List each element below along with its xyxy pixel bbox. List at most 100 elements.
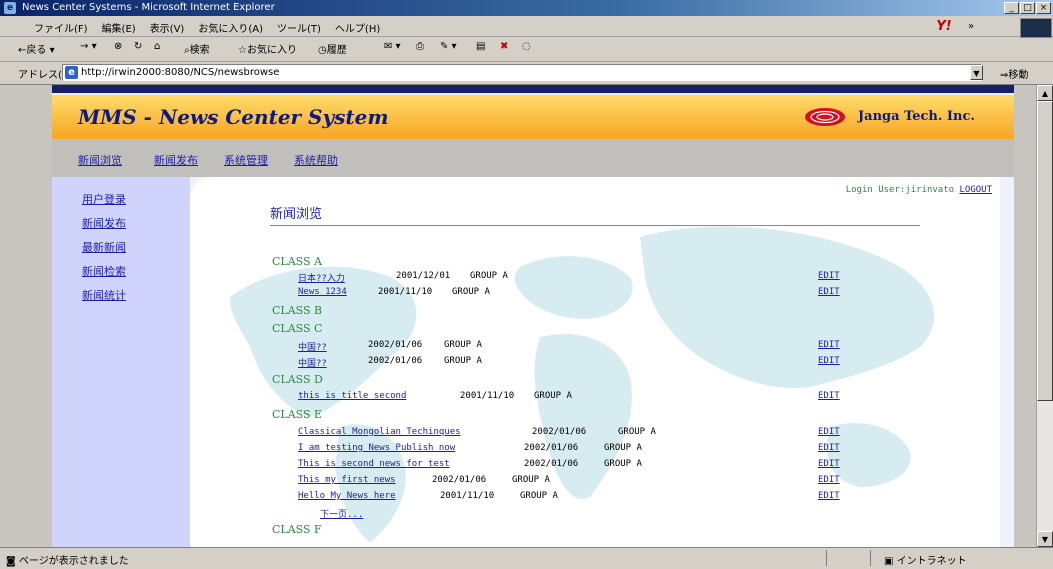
history-button[interactable]: ◷履歴 [318, 41, 347, 56]
window-title: News Center Systems - Microsoft Internet… [22, 2, 275, 13]
nav-system-help[interactable]: 系统帮助 [294, 152, 338, 168]
news-title-link[interactable]: This my first news [298, 475, 396, 485]
logout-link[interactable]: LOGOUT [959, 185, 992, 195]
status-message: ページが表示されました [18, 556, 129, 567]
login-user-text: Login User:jirinvato [845, 185, 955, 195]
nav-news-browse[interactable]: 新闻浏览 [78, 152, 122, 168]
news-title-link[interactable]: Classical Mongolian Techinques [298, 427, 461, 437]
news-title-link[interactable]: Hello My News here [298, 491, 396, 501]
class-heading: CLASS F [272, 523, 322, 536]
class-heading: CLASS C [272, 322, 323, 335]
sidebar-item-login[interactable]: 用户登录 [82, 191, 126, 207]
refresh-icon[interactable]: ↻ [134, 41, 142, 52]
toolbar-more-button[interactable]: » [968, 21, 974, 32]
menu-favorites[interactable]: お気に入り(A) [198, 20, 263, 35]
edit-link[interactable]: EDIT [818, 427, 840, 437]
menu-edit[interactable]: 編集(E) [102, 20, 136, 35]
forward-button[interactable]: → ▾ [80, 41, 97, 52]
scroll-up-icon[interactable]: ▲ [1037, 85, 1053, 101]
close-button[interactable]: × [1036, 2, 1051, 14]
news-group: GROUP A [604, 443, 642, 453]
news-date: 2002/01/06 [432, 475, 487, 485]
company-name: Janga Tech. Inc. [858, 109, 975, 124]
class-heading: CLASS D [272, 373, 323, 386]
messenger-icon[interactable]: ✖ [500, 41, 508, 52]
go-button[interactable]: ⇒移動 [1000, 66, 1028, 81]
history-icon: ◷ [318, 45, 327, 56]
back-button[interactable]: ←戻る ▾ [18, 41, 55, 56]
news-group: GROUP A [452, 287, 490, 297]
news-group: GROUP A [470, 271, 508, 281]
home-icon[interactable]: ⌂ [154, 41, 160, 52]
sidebar-item-publish[interactable]: 新闻发布 [82, 215, 126, 231]
go-button-label: 移動 [1008, 70, 1029, 81]
scroll-down-icon[interactable]: ▼ [1037, 531, 1053, 547]
security-zone-label: イントラネット [896, 556, 967, 567]
address-input[interactable] [81, 65, 961, 80]
window-controls: _ □ × [1004, 2, 1051, 14]
history-button-label: 履歴 [326, 45, 347, 56]
news-date: 2002/01/06 [368, 356, 423, 366]
discuss-icon[interactable]: ▤ [476, 41, 485, 52]
search-button[interactable]: ⌕検索 [184, 41, 210, 56]
favorites-button-label: お気に入り [246, 45, 297, 56]
maximize-button[interactable]: □ [1020, 2, 1035, 14]
related-icon[interactable]: ◌ [522, 41, 531, 52]
window-title-bar: e News Center Systems - Microsoft Intern… [0, 0, 1053, 16]
address-dropdown-icon[interactable]: ▼ [970, 65, 983, 80]
edit-link[interactable]: EDIT [818, 475, 840, 485]
status-divider [826, 550, 827, 566]
intranet-icon: ▣ [884, 556, 894, 567]
news-title-link[interactable]: News 1234 [298, 287, 347, 297]
news-group: GROUP A [520, 491, 558, 501]
sidebar-item-stats[interactable]: 新闻统计 [82, 287, 126, 303]
edit-link[interactable]: EDIT [818, 271, 840, 281]
news-date: 2002/01/06 [524, 459, 579, 469]
news-group: GROUP A [512, 475, 550, 485]
edit-link[interactable]: EDIT [818, 459, 840, 469]
news-title-link[interactable]: I am testing News Publish now [298, 443, 455, 453]
news-date: 2002/01/06 [524, 443, 579, 453]
login-status: Login User:jirinvato LOGOUT [846, 185, 992, 195]
page-viewport: MMS - News Center System Janga Tech. Inc… [0, 85, 1036, 547]
nav-news-publish[interactable]: 新闻发布 [154, 152, 198, 168]
minimize-button[interactable]: _ [1004, 2, 1019, 14]
edit-link[interactable]: EDIT [818, 391, 840, 401]
edit-link[interactable]: EDIT [818, 443, 840, 453]
yahoo-toolbar-icon[interactable]: Y! [922, 19, 966, 35]
menu-help[interactable]: ヘルプ(H) [335, 20, 380, 35]
news-title-link[interactable]: this is title second [298, 391, 406, 401]
nav-system-admin[interactable]: 系统管理 [224, 152, 268, 168]
page-icon: e [65, 66, 78, 79]
news-title-link[interactable]: 日本??入力 [298, 271, 345, 284]
menu-file[interactable]: ファイル(F) [34, 20, 88, 35]
news-title-link[interactable]: 中国?? [298, 340, 327, 353]
mail-icon[interactable]: ✉ ▾ [384, 41, 401, 52]
next-page-link[interactable]: 下一页... [320, 507, 363, 520]
address-bar: アドレス(D) e ▼ ⇒移動 [0, 62, 1053, 85]
title-divider [270, 225, 920, 226]
favorites-button[interactable]: ☆お気に入り [238, 41, 297, 56]
print-icon[interactable]: ⎙ [416, 41, 424, 52]
status-bar: ◙ ページが表示されました ▣ イントラネット [0, 547, 1053, 569]
edit-link[interactable]: EDIT [818, 287, 840, 297]
ie-app-icon: e [4, 2, 16, 14]
main-nav: 新闻浏览 新闻发布 系统管理 系统帮助 [52, 139, 1014, 177]
menu-bar: ファイル(F) 編集(E) 表示(V) お気に入り(A) ツール(T) ヘルプ(… [0, 16, 1053, 37]
vertical-scrollbar[interactable]: ▲ ▼ [1036, 85, 1053, 547]
edit-link[interactable]: EDIT [818, 340, 840, 350]
news-date: 2001/11/10 [440, 491, 495, 501]
company-logo-icon [805, 108, 845, 126]
edit-link[interactable]: EDIT [818, 491, 840, 501]
menu-tools[interactable]: ツール(T) [277, 20, 321, 35]
stop-icon[interactable]: ⊗ [114, 41, 122, 52]
scroll-thumb[interactable] [1037, 101, 1053, 401]
sidebar-item-search[interactable]: 新闻检索 [82, 263, 126, 279]
site-title: MMS - News Center System [78, 105, 389, 129]
edit-link[interactable]: EDIT [818, 356, 840, 366]
news-title-link[interactable]: 中国?? [298, 356, 327, 369]
edit-page-icon[interactable]: ✎ ▾ [440, 41, 457, 52]
sidebar-item-latest[interactable]: 最新新闻 [82, 239, 126, 255]
menu-view[interactable]: 表示(V) [150, 20, 185, 35]
news-title-link[interactable]: This is second news for test [298, 459, 450, 469]
